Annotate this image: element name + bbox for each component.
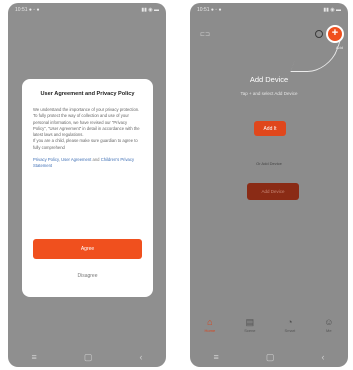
tab-me[interactable]: ☺ Me [324,317,333,333]
profile-icon: ☺ [324,317,334,327]
phone-screen-home: 10:51 ● ◦ ● ▮▮ ◉ ▬ ⊏⊐ + Add Add Device T… [190,3,348,367]
tab-label: Home [204,328,216,333]
home-icon[interactable]: ▢ [84,352,93,363]
tab-label: Scene [244,328,256,333]
add-device-secondary-button[interactable]: Add Device [247,183,299,200]
links-separator: and [91,157,101,163]
status-time: 10:51 ● ◦ ● [15,7,40,13]
privacy-policy-link[interactable]: Privacy Policy [33,157,59,162]
agree-button[interactable]: Agree [33,239,142,259]
back-icon[interactable]: ‹ [139,352,142,362]
smart-icon: ◔ [287,317,293,327]
tab-home[interactable]: ⌂ Home [205,317,216,333]
status-icons: ▮▮ ◉ ▬ [141,7,159,13]
add-device-subtitle: Tap + and select Add Device [240,91,298,96]
dialog-body: We understand the importance of your pri… [33,107,140,150]
status-bar: 10:51 ● ◦ ● ▮▮ ◉ ▬ [8,3,166,17]
scene-icon: ▤ [245,317,255,327]
phone-screen-agreement: 10:51 ● ◦ ● ▮▮ ◉ ▬ User Agreement and Pr… [8,3,166,367]
disagree-button[interactable]: Disagree [33,273,142,285]
user-agreement-link[interactable]: User Agreement [61,157,91,162]
back-icon[interactable]: ‹ [321,352,324,362]
status-time: 10:51 ● ◦ ● [197,7,222,13]
system-nav-bar: ≡ ▢ ‹ [190,347,348,367]
privacy-dialog: User Agreement and Privacy Policy We und… [22,79,153,297]
or-add-text: Or Add Device [256,161,282,166]
menu-icon[interactable]: ≡ [214,352,219,362]
add-it-button[interactable]: Add It [254,121,286,136]
tab-label: Me [326,328,332,333]
system-nav-bar: ≡ ▢ ‹ [8,347,166,367]
status-bar: 10:51 ● ◦ ● ▮▮ ◉ ▬ [190,3,348,17]
bottom-tab-bar: ⌂ Home ▤ Scene ◔ Smart ☺ Me [190,313,348,347]
tab-smart[interactable]: ◔ Smart [285,317,296,333]
dialog-title: User Agreement and Privacy Policy [40,91,135,97]
scan-icon[interactable]: ⊏⊐ [200,31,210,38]
tab-scene[interactable]: ▤ Scene [244,317,255,333]
ring-icon[interactable] [315,30,323,38]
pointer-callout-line [290,41,341,72]
home-icon: ⌂ [207,317,213,327]
home-icon[interactable]: ▢ [266,352,275,363]
dialog-links: Privacy Policy, User Agreement and Child… [33,157,142,170]
add-device-title: Add Device [249,75,289,84]
menu-icon[interactable]: ≡ [32,352,37,362]
status-icons: ▮▮ ◉ ▬ [323,7,341,13]
tab-label: Smart [284,328,296,333]
